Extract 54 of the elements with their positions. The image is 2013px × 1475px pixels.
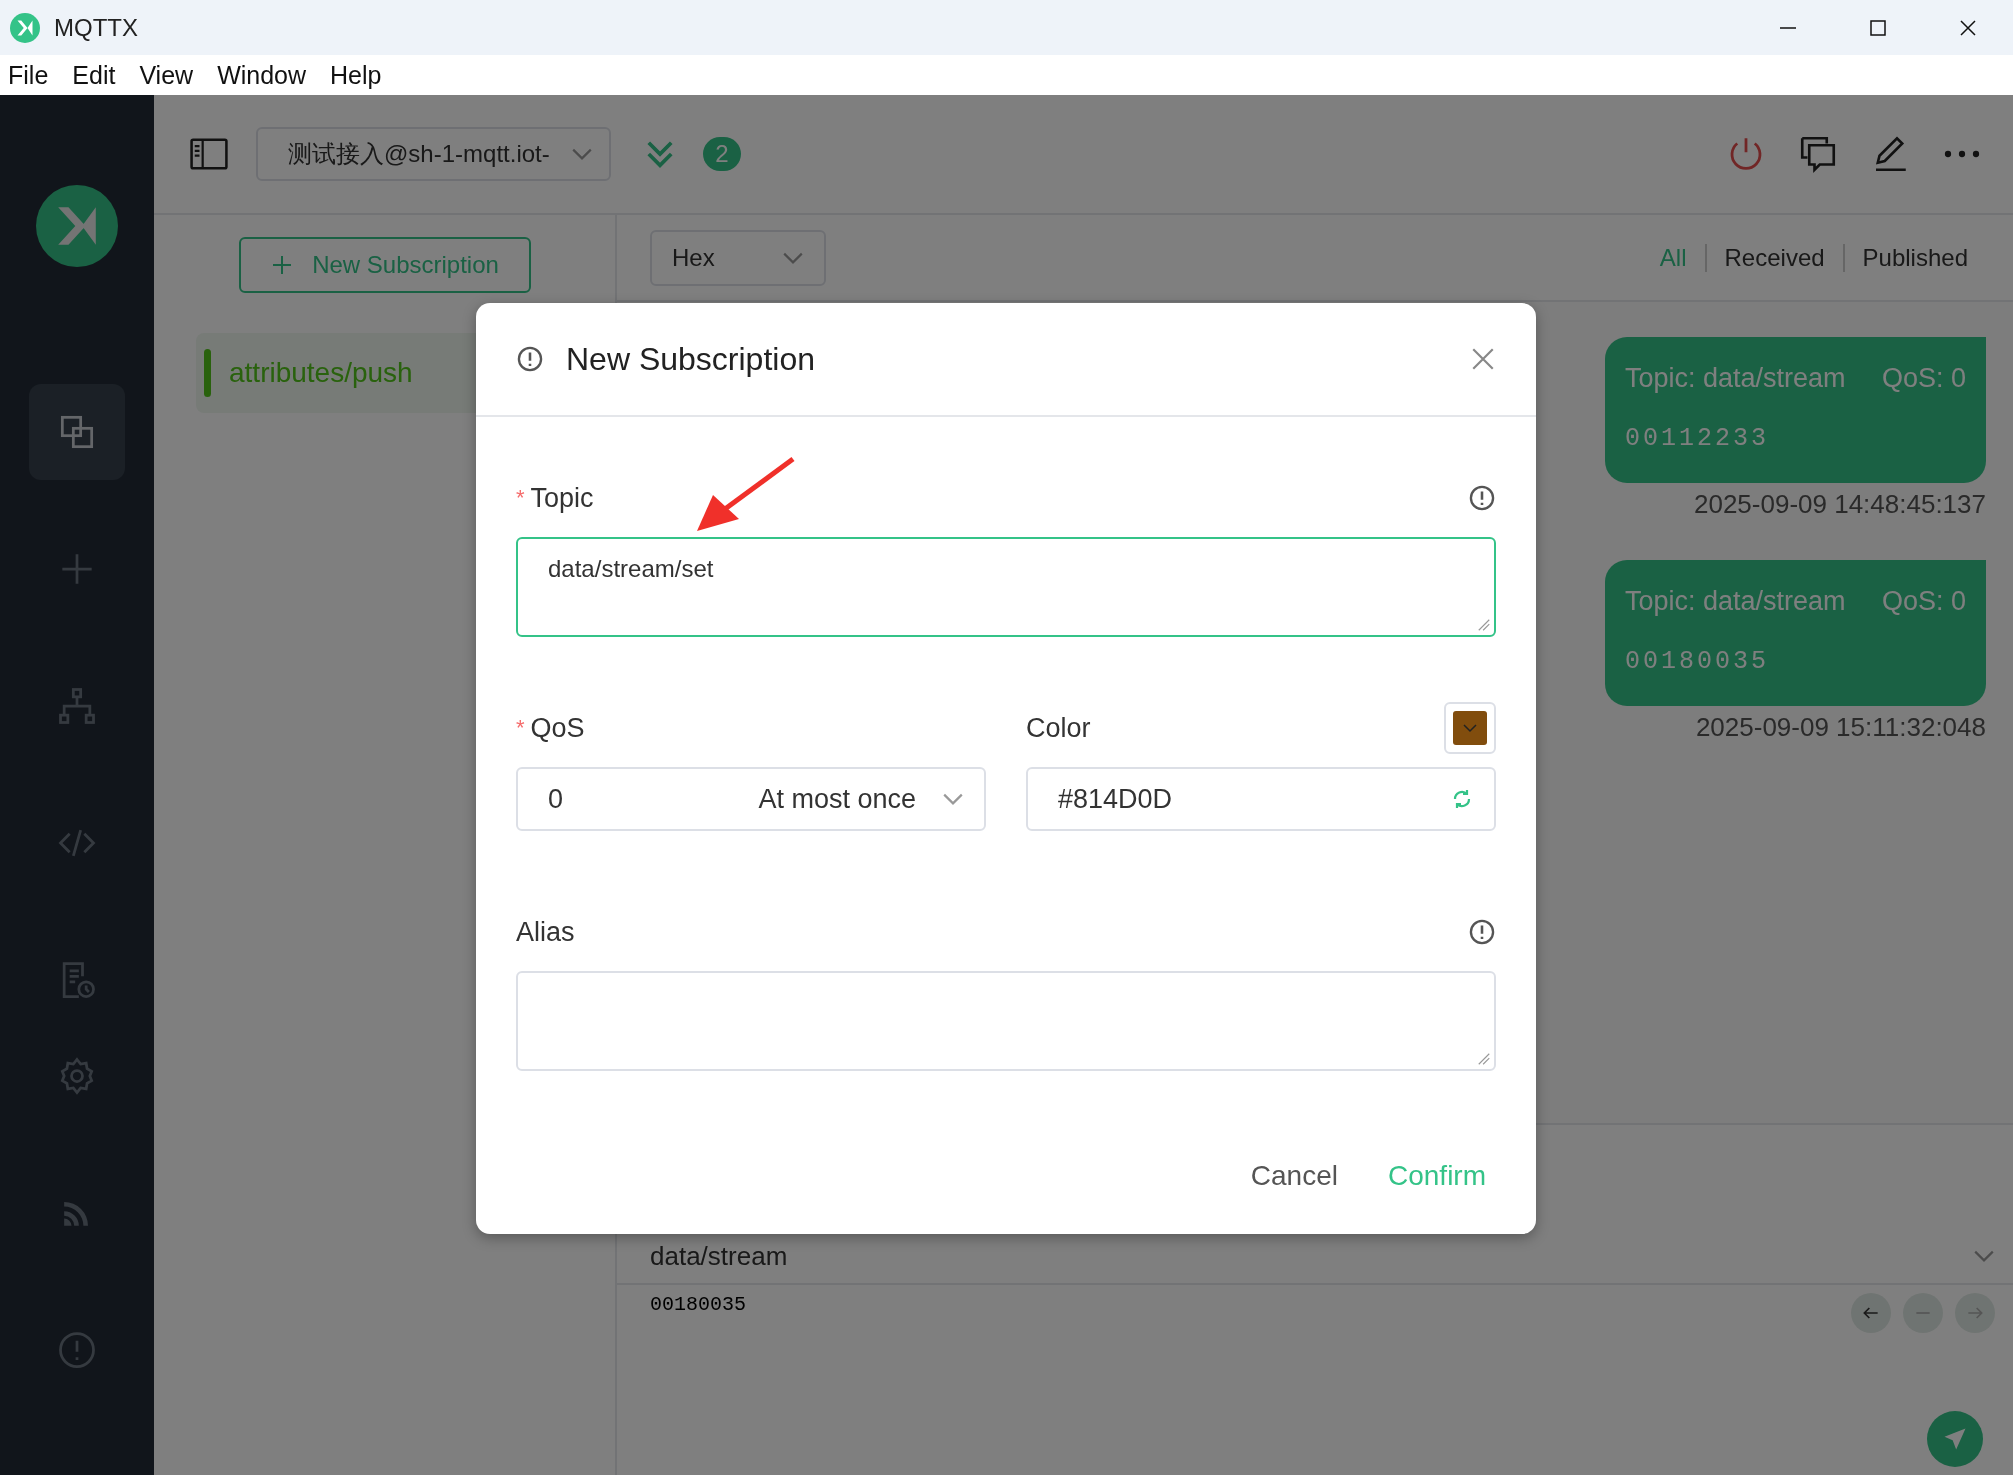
format-value: Hex: [672, 243, 715, 272]
info-icon: [516, 345, 544, 373]
send-button[interactable]: [1927, 1411, 1983, 1467]
unread-badge: 2: [703, 137, 741, 171]
copy-icon[interactable]: [29, 384, 125, 480]
cancel-button[interactable]: Cancel: [1250, 1160, 1338, 1192]
menu-item[interactable]: Window: [215, 60, 319, 90]
field-label: Color: [1026, 712, 1091, 744]
color-swatch[interactable]: [1444, 702, 1496, 754]
menu-item[interactable]: File: [6, 60, 61, 90]
message-time: 2025-09-09 14:48:45:137: [1693, 489, 1986, 520]
info-icon[interactable]: [1468, 918, 1496, 946]
color-bar: [204, 349, 211, 397]
info-icon[interactable]: [1468, 484, 1496, 512]
message-qos: QoS: 0: [1881, 363, 1966, 394]
format-select[interactable]: Hex: [650, 229, 826, 286]
resize-handle-icon[interactable]: [1477, 618, 1491, 632]
color-field[interactable]: #814D0D: [1026, 767, 1496, 831]
filter-tab[interactable]: Published: [1842, 243, 1986, 272]
caret-icon: [942, 792, 964, 806]
message-qos: QoS: 0: [1881, 586, 1966, 617]
publish-payload: 00180035: [650, 1293, 746, 1318]
topic-field[interactable]: data/stream/set: [516, 537, 1496, 637]
connection-name: 测试接入@sh-1-mqtt.iot-: [288, 139, 551, 169]
app-logo: [10, 12, 40, 43]
qos-select[interactable]: 0 At most once: [516, 767, 986, 831]
required-mark: *: [516, 715, 525, 741]
publish-topic: data/stream: [650, 1240, 788, 1272]
alias-field[interactable]: [516, 971, 1496, 1071]
message-payload: 00180035: [1625, 647, 1771, 676]
field-label: Topic: [530, 482, 594, 514]
field-label: QoS: [530, 712, 585, 744]
connection-select[interactable]: 测试接入@sh-1-mqtt.iot-: [256, 127, 611, 181]
caret-icon[interactable]: [1973, 1249, 1995, 1263]
message-topic: Topic: data/stream: [1625, 586, 1846, 617]
window-title: MQTTX: [54, 13, 139, 42]
caret-icon: [782, 250, 804, 265]
close-button[interactable]: [1470, 346, 1496, 372]
color-value: #814D0D: [1058, 783, 1174, 815]
subscription-topic: attributes/push: [229, 357, 413, 389]
message-payload: 00112233: [1625, 424, 1771, 453]
message-topic: Topic: data/stream: [1625, 363, 1846, 394]
resize-handle-icon[interactable]: [1477, 1052, 1491, 1066]
message-time: 2025-09-09 15:11:32:048: [1695, 712, 1986, 743]
sidebar-toggle-icon[interactable]: [190, 138, 228, 170]
required-mark: *: [516, 485, 525, 511]
menu-item[interactable]: Help: [328, 60, 394, 90]
filter-tab[interactable]: Received: [1704, 243, 1843, 272]
qos-description: At most once: [758, 783, 916, 815]
field-label: Alias: [516, 916, 575, 948]
caret-icon: [571, 147, 593, 161]
qos-value: 0: [548, 783, 565, 815]
menu-item[interactable]: Edit: [70, 60, 128, 90]
menu-item[interactable]: View: [137, 60, 206, 90]
